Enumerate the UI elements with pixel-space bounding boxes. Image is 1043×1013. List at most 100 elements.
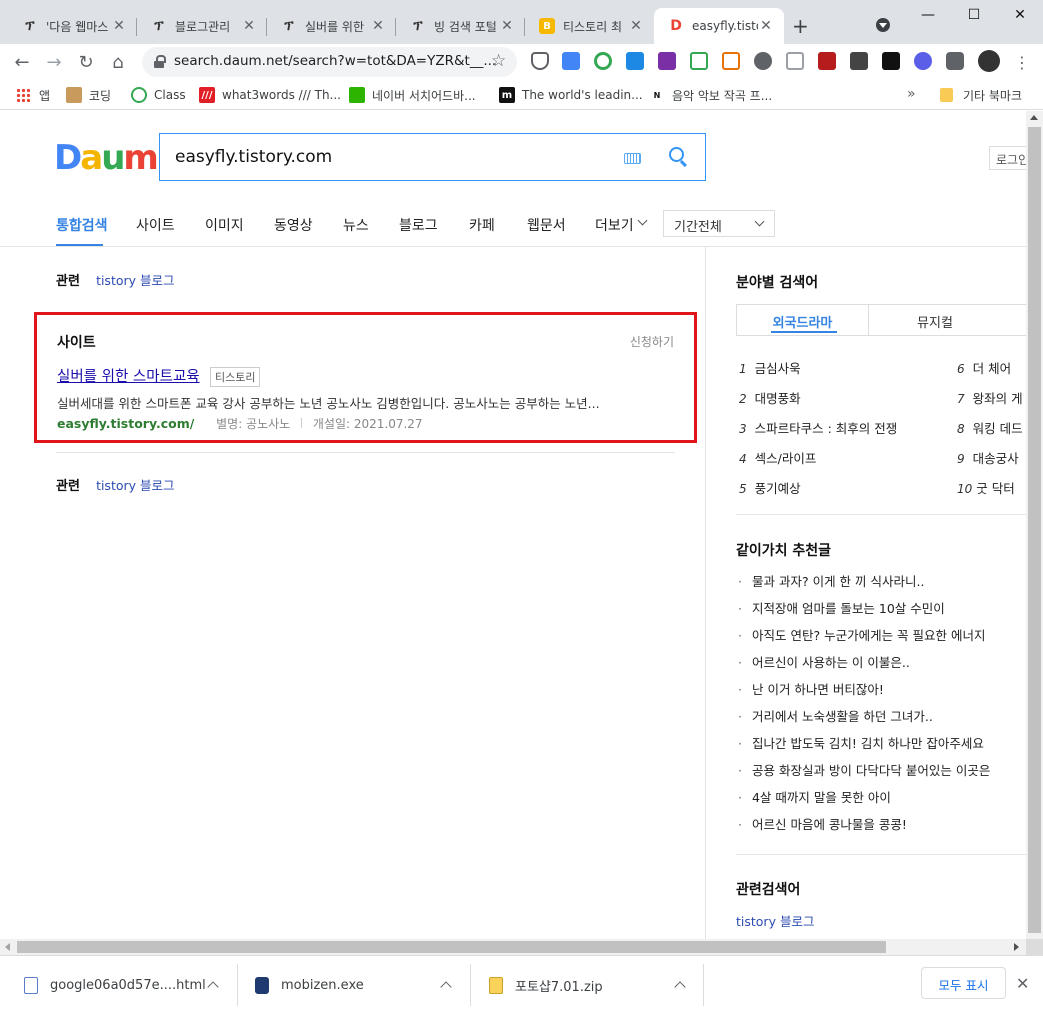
close-icon[interactable]: ✕ bbox=[758, 18, 774, 34]
recommend-item[interactable]: 공용 화장실과 방이 다닥다닥 붙어있는 이곳은 bbox=[738, 760, 990, 779]
period-select[interactable]: 기간전체 bbox=[663, 210, 775, 237]
close-icon[interactable]: ✕ bbox=[111, 18, 127, 34]
close-icon[interactable]: ✕ bbox=[628, 18, 644, 34]
rank-item[interactable]: 9 대송궁사 bbox=[957, 448, 1019, 467]
extension-pen-icon[interactable] bbox=[850, 52, 868, 70]
tab-1[interactable]: ፕ '다음 웹마스 ✕ bbox=[8, 8, 137, 44]
bookmarks-more-button[interactable]: » bbox=[907, 86, 916, 102]
download-item[interactable]: google06a0d57e....html bbox=[24, 956, 206, 1013]
rank-item[interactable]: 3 스파르타쿠스 : 최후의 전쟁 bbox=[739, 418, 897, 437]
forward-icon[interactable]: → bbox=[42, 50, 66, 74]
bookmark-naver[interactable]: 네이버 서치어드바... bbox=[349, 85, 476, 105]
scroll-up-icon[interactable] bbox=[1030, 115, 1038, 120]
extension-blue-icon[interactable] bbox=[914, 52, 932, 70]
tab-cafe[interactable]: 카페 bbox=[469, 215, 495, 235]
tab-5[interactable]: B 티스토리 최 ✕ bbox=[525, 8, 654, 44]
bookmark-music[interactable]: N 음악 악보 작곡 프... bbox=[649, 85, 772, 105]
tab-blog[interactable]: 블로그 bbox=[399, 215, 438, 235]
url-text[interactable]: search.daum.net/search?w=tot&DA=YZR&t__.… bbox=[174, 53, 496, 69]
rank-item[interactable]: 1 금심사욱 bbox=[739, 358, 801, 377]
download-item[interactable]: mobizen.exe bbox=[255, 956, 364, 1013]
scroll-thumb[interactable] bbox=[17, 941, 886, 953]
bookmark-world[interactable]: m The world's leadin... bbox=[499, 85, 643, 105]
field-tab-musical[interactable]: 뮤지컬 bbox=[869, 305, 1001, 335]
extension-h-icon[interactable] bbox=[882, 52, 900, 70]
recommend-item[interactable]: 난 이거 하나면 버티잖아! bbox=[738, 679, 884, 698]
extension-circle-icon[interactable] bbox=[594, 52, 612, 70]
maximize-button[interactable]: ☐ bbox=[951, 0, 997, 30]
result-title-link[interactable]: 실버를 위한 스마트교육 bbox=[57, 365, 200, 386]
scroll-left-icon[interactable] bbox=[5, 943, 10, 951]
puzzle-icon[interactable] bbox=[946, 52, 964, 70]
bookmark-apps[interactable]: 앱 bbox=[16, 85, 50, 105]
search-icon[interactable] bbox=[669, 147, 684, 162]
bookmark-class[interactable]: Class bbox=[131, 85, 186, 105]
recommend-item[interactable]: 거리에서 노숙생활을 하던 그녀가.. bbox=[738, 706, 933, 725]
vertical-scrollbar[interactable] bbox=[1026, 111, 1043, 939]
minimize-button[interactable]: — bbox=[905, 0, 951, 30]
scroll-right-icon[interactable] bbox=[1014, 943, 1019, 951]
rank-item[interactable]: 2 대명풍화 bbox=[739, 388, 801, 407]
translate-icon[interactable] bbox=[562, 52, 580, 70]
download-item[interactable]: 포토샵7.01.zip bbox=[489, 956, 603, 1013]
keyboard-icon[interactable] bbox=[624, 153, 641, 164]
rank-item[interactable]: 5 풍기예상 bbox=[739, 478, 801, 497]
tab-4[interactable]: ፕ 빙 검색 포털 ✕ bbox=[396, 8, 525, 44]
related-link[interactable]: tistory 블로그 bbox=[96, 273, 174, 288]
tab-6-active[interactable]: D easyfly.tisto ✕ bbox=[654, 8, 784, 44]
recommend-item[interactable]: 지적장애 엄마를 돌보는 10살 수민이 bbox=[738, 598, 945, 617]
other-bookmarks[interactable]: 기타 북마크 bbox=[940, 85, 1022, 105]
tab-search-icon[interactable] bbox=[876, 18, 890, 32]
star-icon[interactable]: ☆ bbox=[491, 51, 506, 71]
tab-image[interactable]: 이미지 bbox=[205, 215, 244, 235]
tab-site[interactable]: 사이트 bbox=[136, 215, 175, 235]
extension-avatar-icon[interactable] bbox=[754, 52, 772, 70]
apply-link[interactable]: 신청하기 bbox=[630, 333, 674, 350]
search-query-text[interactable]: easyfly.tistory.com bbox=[175, 147, 332, 167]
recommend-item[interactable]: 집나간 밥도둑 김치! 김치 하나만 잡아주세요 bbox=[738, 733, 984, 752]
daum-logo[interactable]: Daum bbox=[54, 139, 159, 177]
tab-3[interactable]: ፕ 실버를 위한 ✕ bbox=[267, 8, 396, 44]
rank-item[interactable]: 4 섹스/라이프 bbox=[739, 448, 816, 467]
close-icon[interactable]: ✕ bbox=[370, 18, 386, 34]
back-icon[interactable]: ← bbox=[10, 50, 34, 74]
extension-screen-icon[interactable] bbox=[786, 52, 804, 70]
chevron-up-icon[interactable] bbox=[207, 981, 219, 993]
rank-item[interactable]: 8 워킹 데드 bbox=[957, 418, 1023, 437]
tab-webdoc[interactable]: 웹문서 bbox=[527, 215, 566, 235]
recommend-item[interactable]: 물과 과자? 이게 한 끼 식사라니.. bbox=[738, 571, 924, 590]
reload-icon[interactable]: ↻ bbox=[74, 50, 98, 74]
result-url[interactable]: easyfly.tistory.com/ bbox=[57, 416, 194, 431]
horizontal-scrollbar[interactable] bbox=[0, 939, 1026, 955]
profile-avatar[interactable] bbox=[978, 50, 1000, 72]
tab-more[interactable]: 더보기 bbox=[595, 215, 634, 235]
pocket-icon[interactable] bbox=[531, 52, 549, 70]
rank-item[interactable]: 10 굿 닥터 bbox=[957, 478, 1015, 497]
recommend-item[interactable]: 어르신이 사용하는 이 이불은.. bbox=[738, 652, 910, 671]
extension-a-icon[interactable] bbox=[626, 52, 644, 70]
home-icon[interactable]: ⌂ bbox=[106, 50, 130, 74]
tab-2[interactable]: ፕ 블로그관리 ✕ bbox=[137, 8, 267, 44]
search-input[interactable]: easyfly.tistory.com bbox=[159, 133, 706, 181]
close-window-button[interactable]: ✕ bbox=[997, 0, 1043, 30]
address-bar[interactable]: search.daum.net/search?w=tot&DA=YZR&t__.… bbox=[142, 47, 517, 77]
recommend-item[interactable]: 아직도 연탄? 누군가에게는 꼭 필요한 에너지 bbox=[738, 625, 986, 644]
recommend-item[interactable]: 어르신 마음에 콩나물을 콩콩! bbox=[738, 814, 907, 833]
new-tab-button[interactable]: + bbox=[792, 14, 809, 38]
scroll-thumb[interactable] bbox=[1028, 127, 1041, 933]
related-link[interactable]: tistory 블로그 bbox=[96, 478, 174, 493]
bookmark-coding[interactable]: 코딩 bbox=[66, 85, 111, 105]
close-icon[interactable]: ✕ bbox=[241, 18, 257, 34]
close-icon[interactable]: ✕ bbox=[499, 18, 515, 34]
recommend-item[interactable]: 4살 때까지 말을 못한 아이 bbox=[738, 787, 891, 806]
chevron-up-icon[interactable] bbox=[440, 981, 452, 993]
tab-integrated[interactable]: 통합검색 bbox=[56, 215, 108, 235]
login-button[interactable]: 로그인 bbox=[989, 146, 1026, 170]
tab-news[interactable]: 뉴스 bbox=[343, 215, 369, 235]
bookmark-what3words[interactable]: /// what3words /// Th... bbox=[199, 85, 341, 105]
rank-item[interactable]: 7 왕좌의 게 bbox=[957, 388, 1023, 407]
ublock-icon[interactable] bbox=[818, 52, 836, 70]
onenote-icon[interactable] bbox=[658, 52, 676, 70]
show-all-downloads-button[interactable]: 모두 표시 bbox=[921, 967, 1006, 999]
tab-video[interactable]: 동영상 bbox=[274, 215, 313, 235]
